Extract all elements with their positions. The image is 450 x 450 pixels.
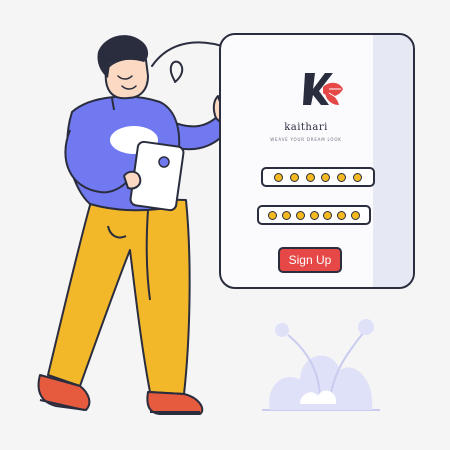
signup-screen: kaithari WEAVE YOUR DREAM LOOK Sign Up [219, 33, 415, 289]
password-field[interactable] [261, 167, 375, 187]
masked-char [337, 172, 347, 182]
masked-char [323, 210, 333, 220]
kaithari-logo-icon [303, 73, 343, 105]
masked-char [267, 210, 277, 220]
signup-button[interactable]: Sign Up [278, 247, 342, 273]
brand-tagline: WEAVE YOUR DREAM LOOK [270, 137, 342, 142]
plant-decoration-icon [262, 319, 380, 411]
brand-name: kaithari [284, 122, 328, 133]
character-pants [47, 197, 191, 395]
illustration-stage: kaithari WEAVE YOUR DREAM LOOK Sign Up [0, 0, 450, 450]
masked-char [353, 172, 363, 182]
masked-char [295, 210, 305, 220]
masked-char [337, 210, 347, 220]
confirm-password-field[interactable] [257, 205, 371, 225]
masked-char [289, 172, 299, 182]
masked-char [309, 210, 319, 220]
masked-char [305, 172, 315, 182]
masked-char [321, 172, 331, 182]
screen-shade [373, 35, 413, 287]
masked-char [351, 210, 361, 220]
masked-char [281, 210, 291, 220]
masked-char [273, 172, 283, 182]
